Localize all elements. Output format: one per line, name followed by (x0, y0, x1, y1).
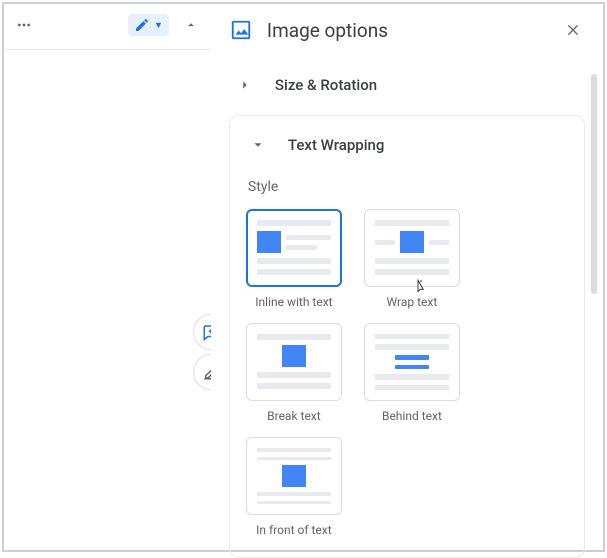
wrap-option-label: Wrap text (364, 295, 460, 309)
wrap-option-label: In front of text (246, 523, 342, 537)
editing-mode-button[interactable]: ▼ (128, 14, 169, 36)
section-text-wrapping-header[interactable]: Text Wrapping (246, 116, 568, 173)
style-label: Style (248, 179, 568, 195)
pencil-icon (134, 17, 150, 33)
panel-title: Image options (267, 19, 547, 42)
wrap-option-break[interactable] (246, 323, 342, 401)
close-button[interactable] (561, 18, 585, 42)
wrap-option-label: Behind text (364, 409, 460, 423)
wrap-option-label: Break text (246, 409, 342, 423)
wrap-option-front[interactable] (246, 437, 342, 515)
section-size-rotation[interactable]: Size & Rotation (229, 56, 585, 113)
wrap-option-behind[interactable] (364, 323, 460, 401)
collapse-panel-button[interactable] (179, 13, 203, 37)
wrap-option-wrap[interactable] (364, 209, 460, 287)
wrap-option-label: Inline with text (246, 295, 342, 309)
chevron-right-icon (233, 73, 257, 97)
dropdown-caret-icon: ▼ (154, 20, 163, 31)
image-icon (229, 18, 253, 42)
wrap-option-inline[interactable] (246, 209, 342, 287)
section-title: Size & Rotation (275, 76, 377, 94)
section-text-wrapping: Text Wrapping Style Inline with text (229, 115, 585, 558)
section-title: Text Wrapping (288, 136, 384, 154)
more-icon[interactable] (12, 13, 36, 37)
chevron-down-icon (246, 133, 270, 157)
panel-scrollbar[interactable] (591, 74, 597, 294)
toolbar-divider (4, 49, 211, 50)
